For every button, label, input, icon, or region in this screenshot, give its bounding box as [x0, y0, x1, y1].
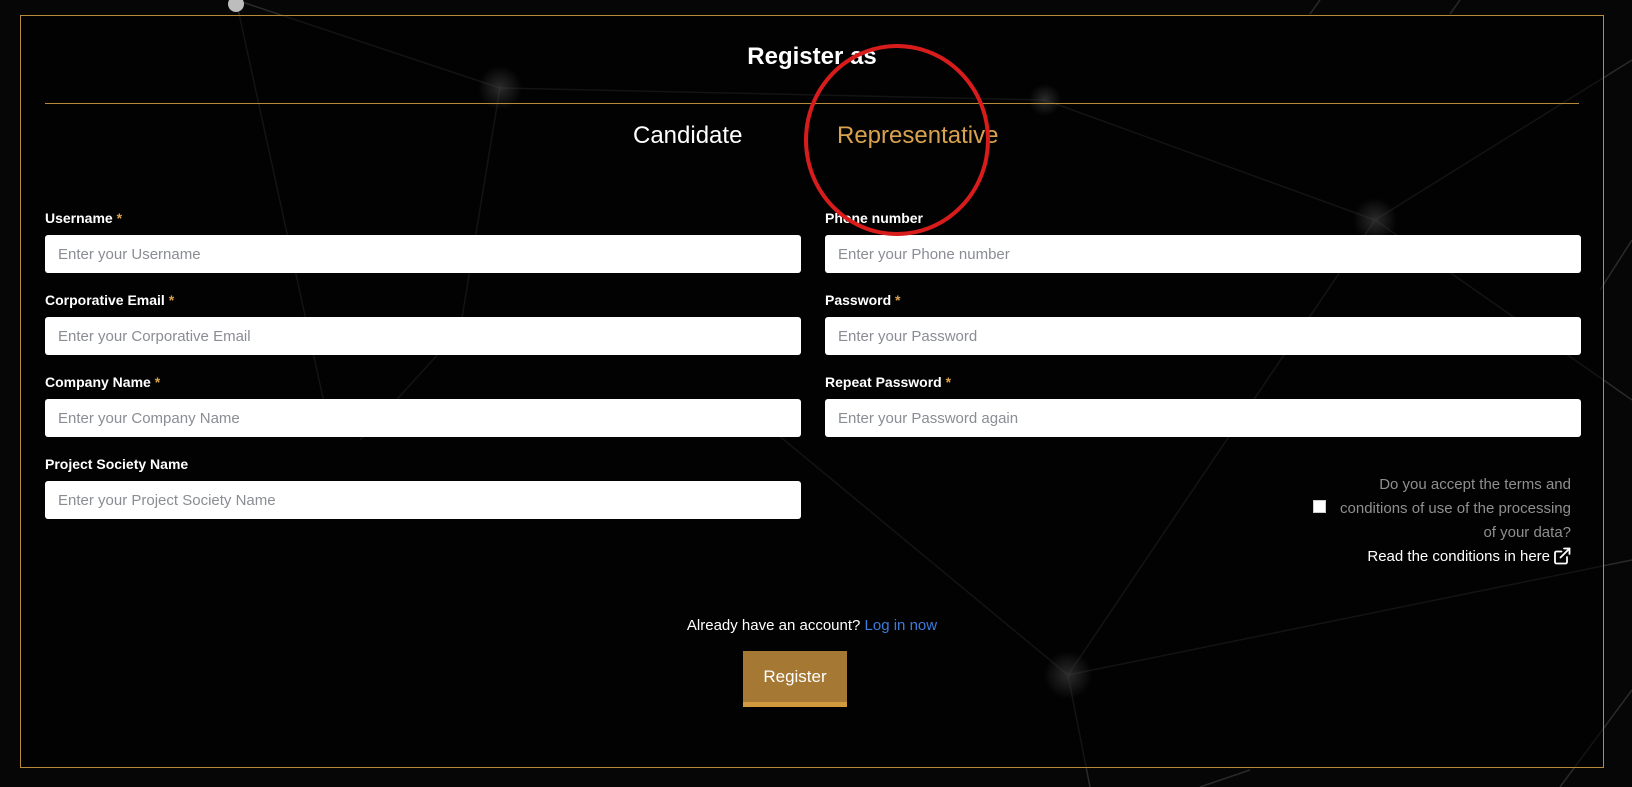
phone-label: Phone number	[825, 210, 924, 226]
username-label: Username *	[45, 210, 123, 226]
username-group: Username *	[45, 209, 801, 273]
terms-checkbox[interactable]	[1313, 500, 1326, 513]
project-society-label: Project Society Name	[45, 456, 189, 472]
tab-representative[interactable]: Representative	[837, 122, 998, 150]
register-button[interactable]: Register	[743, 651, 847, 707]
page-title: Register as	[747, 43, 877, 70]
required-marker: *	[945, 374, 952, 390]
email-group: Corporative Email *	[45, 291, 801, 355]
required-marker: *	[154, 374, 161, 390]
project-society-group: Project Society Name	[45, 455, 801, 519]
login-prompt: Already have an account? Log in now	[21, 617, 1603, 634]
repeat-password-group: Repeat Password *	[825, 373, 1581, 437]
required-marker: *	[116, 210, 123, 226]
password-label: Password *	[825, 292, 901, 308]
login-prompt-text: Already have an account?	[686, 617, 861, 634]
email-label: Corporative Email *	[45, 292, 175, 308]
company-label: Company Name *	[45, 374, 161, 390]
external-link-icon	[1554, 547, 1571, 565]
repeat-password-label: Repeat Password *	[825, 374, 952, 390]
tab-candidate[interactable]: Candidate	[633, 122, 742, 150]
title-divider	[45, 103, 1579, 104]
password-group: Password *	[825, 291, 1581, 355]
company-input[interactable]	[45, 399, 801, 437]
password-input[interactable]	[825, 317, 1581, 355]
username-input[interactable]	[45, 235, 801, 273]
phone-group: Phone number	[825, 209, 1581, 273]
terms-link[interactable]: Read the conditions in here	[1367, 547, 1571, 565]
project-society-input[interactable]	[45, 481, 801, 519]
login-link[interactable]: Log in now	[865, 617, 938, 634]
required-marker: *	[168, 292, 175, 308]
terms-question: Do you accept the terms and conditions o…	[1340, 476, 1571, 541]
phone-input[interactable]	[825, 235, 1581, 273]
company-group: Company Name *	[45, 373, 801, 437]
repeat-password-input[interactable]	[825, 399, 1581, 437]
terms-link-label: Read the conditions in here	[1367, 547, 1550, 565]
email-input[interactable]	[45, 317, 801, 355]
required-marker: *	[895, 292, 901, 308]
